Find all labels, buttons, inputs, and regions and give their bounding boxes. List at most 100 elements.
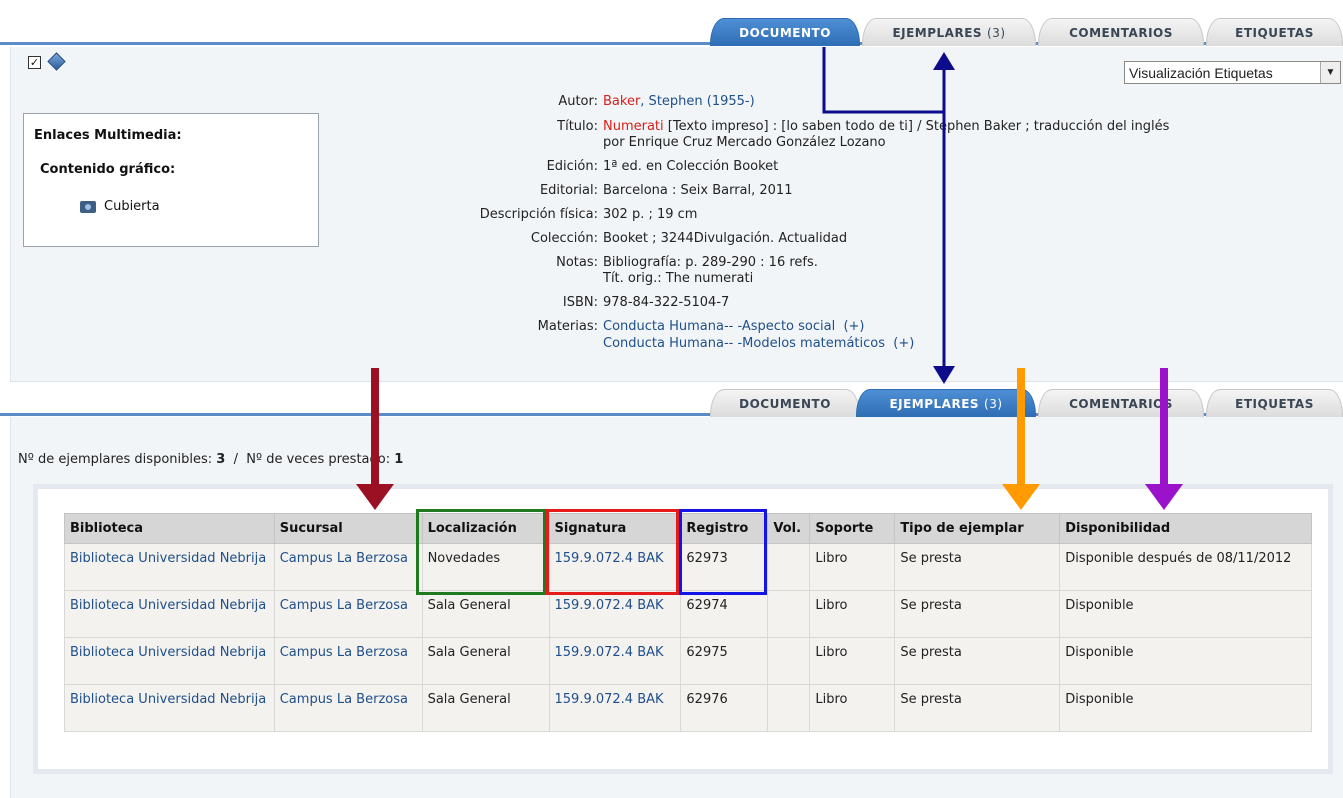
- select-checkbox[interactable]: ✓: [28, 56, 41, 69]
- materia-plus-2[interactable]: (+): [893, 336, 914, 351]
- cell-biblioteca[interactable]: Biblioteca Universidad Nebrija: [64, 637, 275, 685]
- descripcion-label: Descripción física:: [479, 207, 598, 222]
- cell-registro: 62974: [680, 590, 769, 638]
- multimedia-box: Enlaces Multimedia: Contenido gráfico: C…: [23, 113, 319, 247]
- cell-signatura[interactable]: 159.9.072.4 BAK: [548, 684, 682, 732]
- col-header-signatura[interactable]: Signatura: [548, 513, 682, 544]
- cell-sucursal[interactable]: Campus La Berzosa: [273, 590, 423, 638]
- col-header-sucursal[interactable]: Sucursal: [273, 513, 423, 544]
- col-header-soporte[interactable]: Soporte: [809, 513, 896, 544]
- tab-documento[interactable]: DOCUMENTO: [710, 18, 860, 46]
- cell-localizacion: Sala General: [421, 637, 550, 685]
- autor-value: Baker, Stephen (1955-): [603, 94, 755, 110]
- cell-localizacion: Novedades: [421, 543, 550, 591]
- cell-registro: 62976: [680, 684, 769, 732]
- cell-sucursal[interactable]: Campus La Berzosa: [273, 637, 423, 685]
- available-count: 3: [216, 452, 226, 467]
- cell-vol: [767, 637, 811, 685]
- materias-value-1: Conducta Humana-- -Aspecto social (+): [603, 319, 865, 335]
- materias-label: Materias:: [537, 319, 598, 334]
- autor-label: Autor:: [558, 94, 598, 109]
- top-tab-bar: DOCUMENTO EJEMPLARES (3) COMENTARIOS ETIQ…: [0, 15, 1343, 46]
- tab-label: DOCUMENTO: [739, 396, 831, 411]
- col-header-biblioteca[interactable]: Biblioteca: [64, 513, 275, 544]
- view-mode-value: Visualización Etiquetas: [1129, 64, 1273, 81]
- coleccion-label: Colección:: [530, 231, 598, 246]
- cell-vol: [767, 590, 811, 638]
- tab-comentarios[interactable]: COMENTARIOS: [1038, 18, 1204, 46]
- materias-value-2: Conducta Humana-- -Modelos matemáticos (…: [603, 336, 914, 352]
- cell-signatura[interactable]: 159.9.072.4 BAK: [548, 637, 682, 685]
- titulo-line-2: por Enrique Cruz Mercado González Lozano: [603, 135, 886, 150]
- cell-biblioteca[interactable]: Biblioteca Universidad Nebrija: [64, 543, 275, 591]
- col-header-tipo[interactable]: Tipo de ejemplar: [894, 513, 1061, 544]
- titulo-main[interactable]: Numerati: [603, 119, 664, 134]
- notas-label: Notas:: [556, 255, 598, 270]
- cell-sucursal[interactable]: Campus La Berzosa: [273, 684, 423, 732]
- tab-ejemplares[interactable]: EJEMPLARES (3): [862, 18, 1036, 46]
- chevron-down-icon[interactable]: ▼: [1320, 62, 1340, 83]
- cover-label: Cubierta: [104, 199, 160, 214]
- materia-link-1[interactable]: Conducta Humana-- -Aspecto social: [603, 319, 835, 334]
- cell-soporte: Libro: [809, 637, 896, 685]
- tab-count: (3): [987, 25, 1006, 40]
- tab-etiquetas[interactable]: ETIQUETAS: [1206, 18, 1343, 46]
- holdings-table: Biblioteca Sucursal Localización Signatu…: [64, 513, 1312, 732]
- tab-count: (3): [984, 396, 1003, 411]
- tab-ejemplares[interactable]: EJEMPLARES (3): [856, 389, 1036, 417]
- col-header-disponibilidad[interactable]: Disponibilidad: [1059, 513, 1312, 544]
- cell-tipo: Se presta: [894, 684, 1061, 732]
- camera-icon: [80, 200, 96, 213]
- tab-etiquetas[interactable]: ETIQUETAS: [1206, 389, 1343, 417]
- tab-label: EJEMPLARES: [892, 25, 983, 40]
- cell-soporte: Libro: [809, 590, 896, 638]
- titulo-value: Numerati [Texto impreso] : [lo saben tod…: [603, 119, 1169, 135]
- cell-signatura[interactable]: 159.9.072.4 BAK: [548, 543, 682, 591]
- available-label: Nº de ejemplares disponibles:: [18, 452, 213, 467]
- view-mode-select[interactable]: Visualización Etiquetas ▼: [1124, 61, 1341, 84]
- col-header-vol[interactable]: Vol.: [767, 513, 811, 544]
- editorial-label: Editorial:: [539, 183, 598, 198]
- autor-rest-link[interactable]: , Stephen (1955-): [640, 94, 754, 109]
- autor-surname-link[interactable]: Baker: [603, 94, 640, 109]
- tab-label: ETIQUETAS: [1235, 396, 1314, 411]
- materia-plus-1[interactable]: (+): [843, 319, 864, 334]
- notas-value-2: Tít. orig.: The numerati: [603, 271, 754, 286]
- table-row: Biblioteca Universidad Nebrija Campus La…: [64, 543, 1312, 591]
- table-row: Biblioteca Universidad Nebrija Campus La…: [64, 637, 1312, 685]
- count-separator: /: [233, 452, 238, 467]
- cell-disponibilidad: Disponible: [1059, 637, 1312, 685]
- materia-link-2[interactable]: Conducta Humana-- -Modelos matemáticos: [603, 336, 885, 351]
- cell-soporte: Libro: [809, 684, 896, 732]
- holdings-counts: Nº de ejemplares disponibles: 3 / Nº de …: [18, 452, 403, 467]
- cell-sucursal[interactable]: Campus La Berzosa: [273, 543, 423, 591]
- cell-vol: [767, 684, 811, 732]
- titulo-rest: [Texto impreso] : [lo saben todo de ti] …: [663, 119, 1170, 134]
- tab-label: COMENTARIOS: [1069, 25, 1173, 40]
- cover-link[interactable]: Cubierta: [80, 199, 160, 214]
- tab-label: ETIQUETAS: [1235, 25, 1314, 40]
- tab-documento[interactable]: DOCUMENTO: [710, 389, 860, 417]
- table-row: Biblioteca Universidad Nebrija Campus La…: [64, 590, 1312, 638]
- editorial-value: Barcelona : Seix Barral, 2011: [603, 183, 793, 198]
- cell-disponibilidad: Disponible: [1059, 684, 1312, 732]
- tab-label: DOCUMENTO: [739, 25, 831, 40]
- descripcion-value: 302 p. ; 19 cm: [603, 207, 698, 222]
- cell-localizacion: Sala General: [421, 590, 550, 638]
- col-header-localizacion[interactable]: Localización: [421, 513, 550, 544]
- cell-signatura[interactable]: 159.9.072.4 BAK: [548, 590, 682, 638]
- cell-registro: 62973: [680, 543, 769, 591]
- cell-tipo: Se presta: [894, 590, 1061, 638]
- tab-label: COMENTARIOS: [1069, 396, 1173, 411]
- coleccion-value: Booket ; 3244Divulgación. Actualidad: [603, 231, 848, 246]
- cell-biblioteca[interactable]: Biblioteca Universidad Nebrija: [64, 590, 275, 638]
- table-header-row: Biblioteca Sucursal Localización Signatu…: [64, 513, 1312, 544]
- bottom-tab-bar: DOCUMENTO EJEMPLARES (3) COMENTARIOS ETIQ…: [0, 386, 1343, 417]
- cell-tipo: Se presta: [894, 637, 1061, 685]
- cell-biblioteca[interactable]: Biblioteca Universidad Nebrija: [64, 684, 275, 732]
- edicion-value: 1ª ed. en Colección Booket: [603, 159, 779, 174]
- loaned-label: Nº de veces prestado:: [246, 452, 391, 467]
- tab-comentarios[interactable]: COMENTARIOS: [1038, 389, 1204, 417]
- col-header-registro[interactable]: Registro: [680, 513, 769, 544]
- cell-vol: [767, 543, 811, 591]
